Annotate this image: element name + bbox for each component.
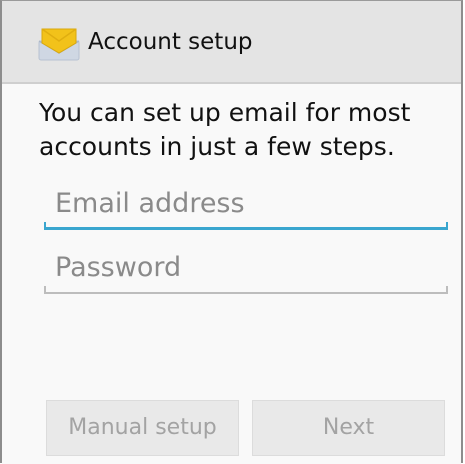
email-underline bbox=[44, 227, 448, 230]
account-setup-form: You can set up email for most accounts i… bbox=[2, 84, 461, 464]
email-placeholder: Email address bbox=[55, 188, 245, 219]
email-underline-right-tick bbox=[446, 222, 448, 230]
action-bar: Account setup bbox=[2, 1, 461, 84]
next-button[interactable]: Next bbox=[252, 400, 445, 456]
password-field[interactable]: Password bbox=[44, 246, 448, 294]
intro-text: You can set up email for most accounts i… bbox=[39, 98, 411, 161]
action-bar-title: Account setup bbox=[88, 29, 253, 55]
password-underline-right-tick bbox=[446, 286, 448, 294]
password-underline bbox=[44, 292, 448, 294]
email-field[interactable]: Email address bbox=[44, 182, 448, 230]
screen-frame: Account setup You can set up email for m… bbox=[0, 0, 463, 464]
email-app-icon bbox=[36, 23, 82, 63]
password-placeholder: Password bbox=[55, 252, 182, 283]
manual-setup-button[interactable]: Manual setup bbox=[46, 400, 239, 456]
